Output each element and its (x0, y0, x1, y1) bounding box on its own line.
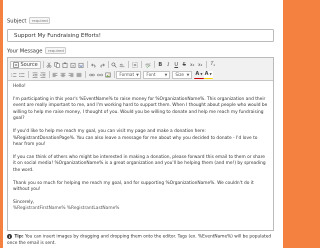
subject-label: Subject required (7, 17, 51, 25)
text-color-label: A (195, 71, 200, 77)
toolbar-separator (128, 61, 130, 68)
chevron-down-icon: ▼ (186, 72, 190, 77)
toolbar-separator (141, 61, 142, 68)
toolbar-separator (153, 61, 155, 68)
chevron-down-icon: ▼ (209, 72, 212, 76)
toolbar-separator (85, 71, 86, 78)
align-left-icon[interactable] (51, 71, 59, 79)
strikethrough-icon[interactable]: S (180, 61, 188, 69)
toolbar-separator (87, 61, 88, 68)
editor-content[interactable]: Hello! I'm participating in this year's … (13, 84, 268, 213)
toolbar-separator (107, 61, 109, 68)
toolbar-row-1: Source T W ab ABC B I U S x 2 x 2 T x (10, 60, 217, 69)
body-paragraph: Thank you so much for helping me reach m… (13, 180, 254, 193)
copy-icon[interactable] (53, 61, 61, 69)
bold-icon[interactable]: B (156, 61, 164, 69)
message-required-badge: required (45, 47, 67, 54)
format-dropdown[interactable]: Format ▼ (116, 70, 142, 79)
toolbar-separator (28, 71, 29, 78)
cut-icon[interactable] (45, 61, 53, 69)
svg-text:1: 1 (11, 73, 12, 75)
body-paragraph: %RegistrantFirstName% %RegistrantLastNam… (13, 206, 120, 212)
tip-text: You can insert images by dragging and dr… (7, 234, 272, 246)
background-color-label: A (204, 71, 209, 77)
source-button[interactable]: Source (10, 60, 41, 69)
align-center-icon[interactable] (59, 71, 67, 79)
toolbar-row-2: 12 Format ▼ Font ▼ Size ▼ A ▼ A ▼ (10, 70, 213, 79)
body-paragraph: I'm participating in this year's %EventN… (13, 96, 268, 122)
info-icon: i (7, 234, 12, 239)
italic-icon[interactable]: I (164, 61, 172, 69)
undo-icon[interactable] (90, 61, 98, 69)
paste-text-icon[interactable]: T (69, 61, 77, 69)
subject-required-badge: required (29, 17, 51, 24)
numbered-list-icon[interactable]: 12 (10, 71, 18, 79)
svg-text:ab: ab (120, 62, 124, 66)
message-editor[interactable]: Source T W ab ABC B I U S x 2 x 2 T x 1 … (7, 57, 274, 231)
svg-text:2: 2 (11, 76, 12, 78)
subject-input[interactable]: Support My Fundraising Efforts! (7, 29, 274, 42)
chevron-down-icon: ▼ (164, 72, 168, 77)
tip-message: i Tip: You can insert images by dragging… (7, 234, 277, 247)
size-dropdown-label: Size (175, 72, 184, 77)
decrease-indent-icon[interactable] (31, 71, 39, 79)
paste-word-icon[interactable]: W (77, 61, 85, 69)
justify-icon[interactable] (75, 71, 83, 79)
message-label-text: Your Message (7, 48, 43, 55)
body-paragraph: If you can think of others who might be … (13, 154, 266, 173)
replace-icon[interactable]: ab (118, 61, 126, 69)
text-color-button[interactable]: A ▼ (194, 71, 204, 79)
underline-icon[interactable]: U (172, 61, 180, 69)
source-label: Source (20, 61, 38, 68)
font-dropdown[interactable]: Font ▼ (143, 70, 171, 79)
editor-toolbar: Source T W ab ABC B I U S x 2 x 2 T x 1 … (8, 58, 273, 81)
chevron-down-icon: ▼ (136, 72, 139, 77)
size-dropdown[interactable]: Size ▼ (172, 70, 193, 79)
toolbar-separator (206, 61, 207, 68)
remove-format-icon[interactable]: Tx (209, 61, 217, 69)
format-dropdown-label: Format (119, 72, 135, 77)
toolbar-separator (113, 71, 115, 78)
link-icon[interactable] (88, 71, 96, 79)
body-paragraph: If you'd like to help me reach my goal, … (13, 128, 258, 148)
increase-indent-icon[interactable] (39, 71, 47, 79)
find-icon[interactable] (110, 61, 118, 69)
paste-icon[interactable] (61, 61, 69, 69)
image-icon[interactable] (104, 71, 112, 79)
unlink-icon[interactable] (96, 71, 104, 79)
message-label: Your Message required (7, 47, 67, 55)
source-icon (13, 61, 19, 68)
email-form-panel: Subject required Support My Fundraising E… (3, 0, 283, 248)
chevron-down-icon: ▼ (200, 72, 203, 76)
font-dropdown-label: Font (146, 72, 156, 77)
superscript-icon[interactable]: x2 (196, 61, 204, 69)
redo-icon[interactable] (98, 61, 106, 69)
toolbar-separator (42, 61, 44, 68)
background-color-button[interactable]: A ▼ (203, 70, 213, 79)
spellcheck-icon[interactable]: ABC (144, 61, 152, 69)
toolbar-separator (48, 71, 50, 78)
bulleted-list-icon[interactable] (18, 71, 26, 79)
svg-text:W: W (80, 63, 83, 67)
align-right-icon[interactable] (67, 71, 75, 79)
select-all-icon[interactable] (131, 61, 139, 69)
svg-text:T: T (71, 63, 74, 67)
svg-text:ABC: ABC (145, 62, 151, 66)
tip-label: Tip: (14, 234, 24, 240)
body-paragraph: Hello! (13, 84, 26, 89)
subscript-icon[interactable]: x2 (188, 61, 196, 69)
subject-label-text: Subject (7, 18, 27, 25)
